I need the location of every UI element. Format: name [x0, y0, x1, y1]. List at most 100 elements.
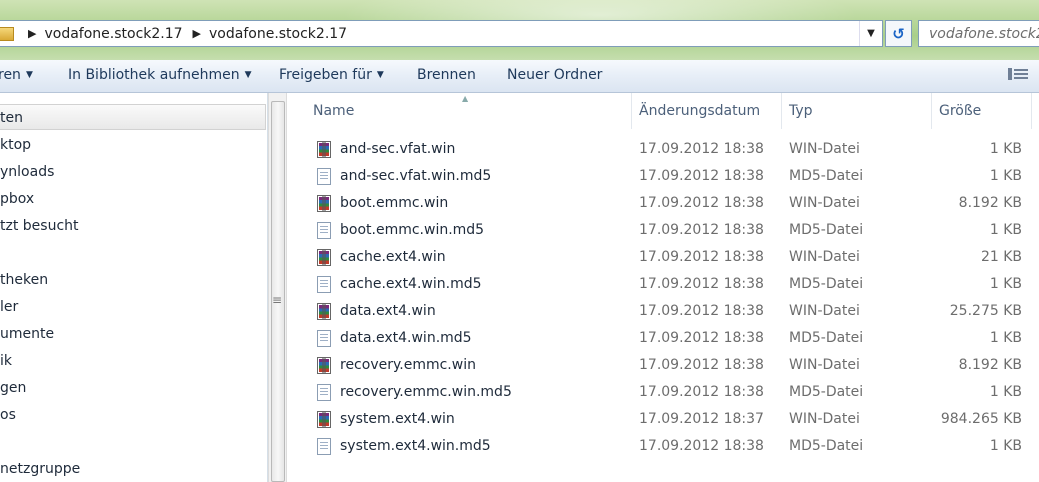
share-label: Freigeben für — [279, 67, 372, 83]
file-size: 25.275 KB — [949, 303, 1022, 319]
text-file-icon — [317, 438, 331, 455]
file-name: cache.ext4.win — [340, 249, 446, 265]
file-name: boot.emmc.win — [340, 195, 449, 211]
table-row[interactable]: and-sec.vfat.win.md5 17.09.2012 18:38 MD5-… — [288, 163, 1039, 190]
table-row[interactable]: cache.ext4.win.md5 17.09.2012 18:38 MD5-Da… — [288, 271, 1039, 298]
file-name: system.ext4.win — [340, 411, 455, 427]
file-type: WIN-Datei — [789, 195, 860, 211]
chevron-down-icon: ▼ — [25, 70, 33, 80]
table-row[interactable]: data.ext4.win.md5 17.09.2012 18:38 MD5-Dat… — [288, 325, 1039, 352]
file-type: MD5-Datei — [789, 438, 864, 454]
breadcrumb-arrow-icon[interactable]: ▶ — [28, 27, 36, 40]
file-size: 8.192 KB — [958, 195, 1022, 211]
column-header-date[interactable]: Änderungsdatum — [632, 93, 782, 129]
address-bar[interactable]: ▶ vodafone.stock2.17 ▶ vodafone.stock2.1… — [0, 20, 883, 47]
column-header-name[interactable]: Name ▲ — [288, 93, 632, 129]
breadcrumb-item[interactable]: vodafone.stock2.17 — [209, 26, 347, 42]
column-header-size[interactable]: Größe — [932, 93, 1032, 129]
text-file-icon — [317, 330, 331, 347]
file-name: data.ext4.win — [340, 303, 436, 319]
file-size: 984.265 KB — [940, 411, 1022, 427]
file-type: WIN-Datei — [789, 141, 860, 157]
table-row[interactable]: system.ext4.win.md5 17.09.2012 18:38 MD5-D… — [288, 433, 1039, 460]
grip-icon: ≡ — [272, 293, 283, 307]
file-size: 21 KB — [980, 249, 1022, 265]
nav-item-homegroup[interactable]: netzgruppe — [0, 461, 80, 477]
file-name: data.ext4.win.md5 — [340, 330, 472, 346]
address-dropdown-icon[interactable]: ▼ — [859, 21, 882, 46]
table-row[interactable]: data.ext4.win 17.09.2012 18:38 WIN-Datei 25… — [288, 298, 1039, 325]
table-row[interactable]: system.ext4.win 17.09.2012 18:37 WIN-Datei… — [288, 406, 1039, 433]
nav-item-videos[interactable]: os — [0, 407, 16, 423]
archive-file-icon — [317, 357, 331, 374]
archive-file-icon — [317, 249, 331, 266]
file-date: 17.09.2012 18:38 — [639, 195, 764, 211]
table-row[interactable]: and-sec.vfat.win 17.09.2012 18:38 WIN-Date… — [288, 136, 1039, 163]
file-date: 17.09.2012 18:38 — [639, 222, 764, 238]
file-type: WIN-Datei — [789, 249, 860, 265]
chevron-down-icon: ▼ — [244, 70, 252, 80]
nav-item-pictures[interactable]: ler — [0, 299, 18, 315]
organize-button[interactable]: ren ▼ — [0, 67, 33, 83]
new-folder-button[interactable]: Neuer Ordner — [507, 67, 602, 83]
breadcrumb-arrow-icon[interactable]: ▶ — [193, 27, 201, 40]
file-date: 17.09.2012 18:38 — [639, 303, 764, 319]
nav-item-dropbox[interactable]: pbox — [0, 191, 34, 207]
refresh-button[interactable]: ↺ — [885, 20, 912, 47]
text-file-icon — [317, 276, 331, 293]
share-button[interactable]: Freigeben für ▼ — [279, 67, 384, 83]
scrollbar-thumb[interactable] — [271, 101, 285, 482]
search-input[interactable]: vodafone.stock2.17 durchsuchen — [918, 20, 1039, 47]
file-name: cache.ext4.win.md5 — [340, 276, 482, 292]
window-header: ▶ vodafone.stock2.17 ▶ vodafone.stock2.1… — [0, 0, 1039, 60]
table-row[interactable]: boot.emmc.win.md5 17.09.2012 18:38 MD5-Dat… — [288, 217, 1039, 244]
file-type: MD5-Datei — [789, 168, 864, 184]
table-row[interactable]: boot.emmc.win 17.09.2012 18:38 WIN-Datei 8.… — [288, 190, 1039, 217]
folder-icon — [0, 26, 14, 41]
file-name: recovery.emmc.win.md5 — [340, 384, 512, 400]
file-name: and-sec.vfat.win — [340, 141, 456, 157]
file-date: 17.09.2012 18:38 — [639, 249, 764, 265]
file-size: 1 KB — [989, 276, 1022, 292]
archive-file-icon — [317, 141, 331, 158]
file-date: 17.09.2012 18:38 — [639, 168, 764, 184]
file-date: 17.09.2012 18:37 — [639, 411, 764, 427]
nav-item-desktop[interactable]: ktop — [0, 137, 31, 153]
file-list: Name ▲ Änderungsdatum Typ Größe and-sec.… — [288, 93, 1039, 482]
command-bar: ren ▼ In Bibliothek aufnehmen ▼ Freigeben … — [0, 60, 1039, 93]
organize-label: ren — [0, 67, 21, 83]
text-file-icon — [317, 384, 331, 401]
table-row[interactable]: recovery.emmc.win.md5 17.09.2012 18:38 MD5… — [288, 379, 1039, 406]
chevron-down-icon: ▼ — [376, 70, 384, 80]
nav-item-libraries[interactable]: theken — [0, 272, 48, 288]
file-type: WIN-Datei — [789, 357, 860, 373]
file-date: 17.09.2012 18:38 — [639, 357, 764, 373]
file-size: 1 KB — [989, 330, 1022, 346]
library-button[interactable]: In Bibliothek aufnehmen ▼ — [68, 67, 252, 83]
nav-item-music[interactable]: ik — [0, 353, 12, 369]
file-date: 17.09.2012 18:38 — [639, 141, 764, 157]
table-row[interactable]: cache.ext4.win 17.09.2012 18:38 WIN-Datei 2… — [288, 244, 1039, 271]
file-name: system.ext4.win.md5 — [340, 438, 491, 454]
column-header-type[interactable]: Typ — [782, 93, 932, 129]
archive-file-icon — [317, 195, 331, 212]
file-type: WIN-Datei — [789, 303, 860, 319]
nav-item-documents[interactable]: umente — [0, 326, 54, 342]
nav-item-downloads[interactable]: ynloads — [0, 164, 54, 180]
nav-item-images[interactable]: gen — [0, 380, 26, 396]
sort-caret-icon: ▲ — [462, 94, 469, 103]
library-label: In Bibliothek aufnehmen — [68, 67, 240, 83]
nav-item-recent[interactable]: tzt besucht — [0, 218, 79, 234]
file-date: 17.09.2012 18:38 — [639, 384, 764, 400]
archive-file-icon — [317, 303, 331, 320]
navigation-pane: ten ktop ynloads pbox tzt besucht theken… — [0, 93, 268, 482]
file-type: MD5-Datei — [789, 276, 864, 292]
view-options-icon[interactable] — [1008, 67, 1028, 83]
nav-scrollbar[interactable]: ≡ — [268, 93, 287, 482]
file-size: 1 KB — [989, 438, 1022, 454]
breadcrumb-item[interactable]: vodafone.stock2.17 — [44, 26, 182, 42]
nav-item-favorites[interactable]: ten — [0, 104, 266, 130]
table-row[interactable]: recovery.emmc.win 17.09.2012 18:38 WIN-Dat… — [288, 352, 1039, 379]
file-date: 17.09.2012 18:38 — [639, 330, 764, 346]
archive-file-icon — [317, 411, 331, 428]
